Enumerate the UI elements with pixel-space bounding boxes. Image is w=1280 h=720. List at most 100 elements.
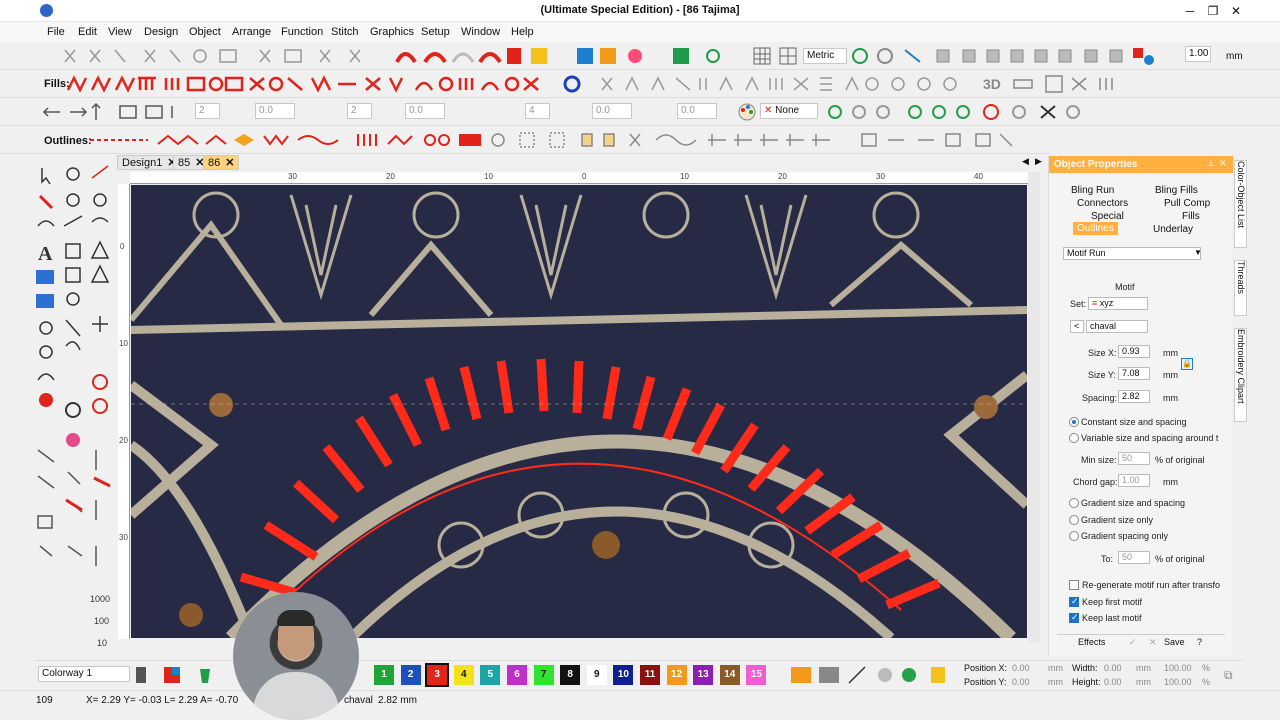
spacing-input[interactable]: 2.82 xyxy=(1118,390,1150,403)
motif-pattern-select[interactable]: chaval xyxy=(1086,320,1148,333)
menu-stitch[interactable]: Stitch xyxy=(331,26,359,38)
cancel-x-icon[interactable]: ✕ xyxy=(1149,637,1157,648)
canvas-vertical-scrollbar[interactable] xyxy=(1028,172,1040,642)
menu-design[interactable]: Design xyxy=(144,26,178,38)
prev-motif-button[interactable]: < xyxy=(1070,320,1084,333)
variable-size-radio[interactable] xyxy=(1069,433,1079,443)
palette-icon[interactable] xyxy=(737,102,757,122)
height-value[interactable]: 0.00 xyxy=(1104,677,1122,687)
tab-scroll-left-icon[interactable]: ◀ xyxy=(1022,156,1029,167)
width-percent[interactable]: 100.00 xyxy=(1164,663,1192,673)
gradient-spacing-radio[interactable] xyxy=(1069,531,1079,541)
color-swatch-5[interactable]: 5 xyxy=(480,665,501,685)
offset-input[interactable]: 0.0 xyxy=(405,103,445,119)
lock-ratio-icon[interactable]: ⧉ xyxy=(1224,668,1233,683)
embroidery-clipart-tab[interactable]: Embroidery Clipart xyxy=(1234,328,1247,422)
width-value[interactable]: 0.00 xyxy=(1104,663,1122,673)
threads-tab[interactable]: Threads xyxy=(1234,260,1247,316)
thread-tools-icon[interactable] xyxy=(789,665,949,685)
color-swatch-12[interactable]: 12 xyxy=(666,665,687,685)
menu-view[interactable]: View xyxy=(108,26,132,38)
color-swatch-9[interactable]: 9 xyxy=(586,665,607,685)
gradient-size-radio[interactable] xyxy=(1069,515,1079,525)
menu-graphics[interactable]: Graphics xyxy=(370,26,414,38)
position-x-value[interactable]: 0.00 xyxy=(1012,663,1030,673)
constant-size-radio[interactable] xyxy=(1069,417,1079,427)
angle-input[interactable]: 0.0 xyxy=(677,103,717,119)
menu-window[interactable]: Window xyxy=(461,26,500,38)
stitch-effect-tools-icon[interactable] xyxy=(825,102,1085,122)
edit-tools-group-icon[interactable] xyxy=(60,46,390,66)
tab-bling-fills[interactable]: Bling Fills xyxy=(1155,184,1198,197)
color-swatch-10[interactable]: 10 xyxy=(613,665,634,685)
menu-setup[interactable]: Setup xyxy=(421,26,450,38)
color-swatch-13[interactable]: 13 xyxy=(693,665,714,685)
close-icon[interactable]: ✕ xyxy=(225,157,234,169)
lock-icon[interactable]: 🔒 xyxy=(1181,358,1193,370)
color-swatch-14[interactable]: 14 xyxy=(719,665,740,685)
keep-last-checkbox[interactable] xyxy=(1069,612,1079,623)
none-select[interactable]: ✕ None xyxy=(760,103,818,119)
color-swatch-11[interactable]: 11 xyxy=(640,665,660,685)
apply-check-icon[interactable]: ✓ xyxy=(1129,637,1137,648)
view-tools-icon[interactable] xyxy=(850,46,930,66)
chevron-down-icon[interactable]: ▼ xyxy=(1194,248,1202,257)
tool-3d[interactable]: 3D xyxy=(983,76,1001,92)
size-y-input[interactable]: 7.08 xyxy=(1118,367,1150,380)
effects-button[interactable]: Effects xyxy=(1078,637,1105,647)
color-swatch-8[interactable]: 8 xyxy=(560,665,581,685)
tab-outlines[interactable]: Outlines xyxy=(1073,222,1118,235)
color-swatch-3[interactable]: 3 xyxy=(425,663,450,687)
color-swatch-4[interactable]: 4 xyxy=(453,665,474,685)
tab-underlay[interactable]: Underlay xyxy=(1153,223,1193,236)
keep-first-checkbox[interactable] xyxy=(1069,596,1079,607)
color-swatch-1[interactable]: 1 xyxy=(374,665,394,685)
stitch-type-select[interactable]: Motif Run xyxy=(1063,247,1201,260)
count-input[interactable]: 4 xyxy=(525,103,550,119)
transform-tools-icon[interactable] xyxy=(42,102,192,122)
design-canvas[interactable] xyxy=(131,185,1027,638)
position-y-value[interactable]: 0.00 xyxy=(1012,677,1030,687)
outline-patterns-icon[interactable] xyxy=(88,130,508,150)
left-tools-icon[interactable]: A 1000 100 10 xyxy=(34,160,116,655)
fill-extra-icon[interactable] xyxy=(1010,74,1120,94)
rotate-input[interactable]: 2 xyxy=(195,103,220,119)
fill-tools-grey-icon[interactable] xyxy=(600,74,980,94)
tab-connectors[interactable]: Connectors xyxy=(1077,197,1128,210)
skew-input[interactable]: 0.0 xyxy=(255,103,295,119)
to-input[interactable]: 50 xyxy=(1118,551,1150,564)
color-object-list-tab[interactable]: Color-Object List xyxy=(1234,160,1247,248)
tab-scroll-right-icon[interactable]: ▶ xyxy=(1035,156,1042,167)
gradient-both-radio[interactable] xyxy=(1069,498,1079,508)
menu-edit[interactable]: Edit xyxy=(78,26,97,38)
menu-help[interactable]: Help xyxy=(511,26,534,38)
restore-button[interactable]: ❐ xyxy=(1203,3,1223,19)
menu-object[interactable]: Object xyxy=(189,26,221,38)
height-percent[interactable]: 100.00 xyxy=(1164,677,1192,687)
menu-arrange[interactable]: Arrange xyxy=(232,26,271,38)
help-button[interactable]: ? xyxy=(1197,637,1202,647)
zoom-input[interactable]: 1.00 xyxy=(1185,46,1211,62)
color-swatch-15[interactable]: 15 xyxy=(746,665,767,685)
size-x-input[interactable]: 0.93 xyxy=(1118,345,1150,358)
outline-tools-icon[interactable] xyxy=(490,130,1030,150)
color-swatch-7[interactable]: 7 xyxy=(533,665,554,685)
regenerate-checkbox[interactable] xyxy=(1069,580,1079,590)
colorway-select[interactable]: Colorway 1 xyxy=(38,666,130,682)
close-window-button[interactable]: ✕ xyxy=(1226,3,1246,19)
fill-patterns-icon[interactable] xyxy=(66,74,586,94)
tab-pull-comp[interactable]: Pull Comp xyxy=(1164,197,1210,210)
stitch-tools-group-icon[interactable] xyxy=(395,46,725,66)
chord-gap-input[interactable]: 1.00 xyxy=(1118,474,1150,487)
color-swatch-6[interactable]: 6 xyxy=(507,665,527,685)
minimize-button[interactable]: ─ xyxy=(1180,3,1200,19)
arrange-tools-icon[interactable] xyxy=(935,46,1185,66)
pin-icon[interactable]: ⊥ xyxy=(1207,158,1215,169)
tab-86[interactable]: 86 ✕ xyxy=(203,155,240,170)
grid-icon[interactable] xyxy=(752,46,800,66)
menu-file[interactable]: File xyxy=(47,26,65,38)
color-swatch-2[interactable]: 2 xyxy=(400,665,421,685)
tab-design1[interactable]: Design1 ✕ xyxy=(117,155,182,170)
close-icon[interactable]: ✕ xyxy=(1219,158,1227,169)
distance-input[interactable]: 0.0 xyxy=(592,103,632,119)
